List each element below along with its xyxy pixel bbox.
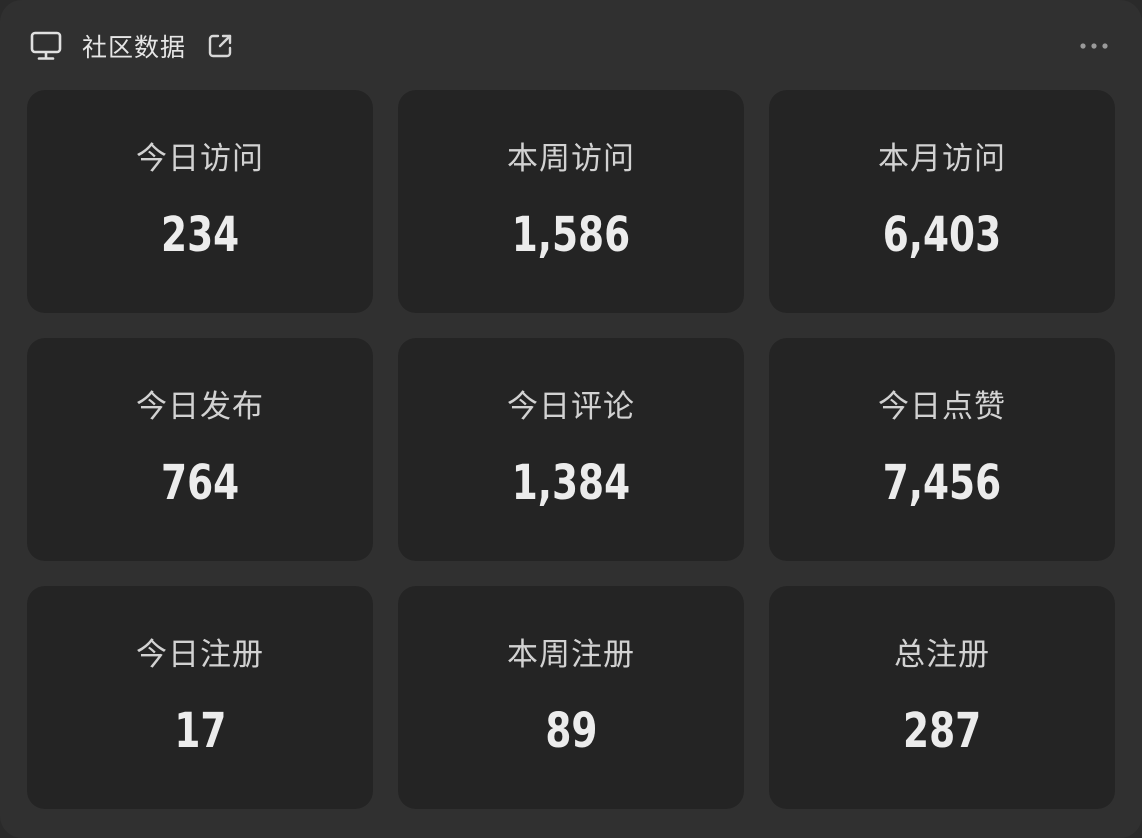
external-link-icon[interactable] [204, 30, 236, 62]
stat-label: 本月访问 [878, 141, 1006, 177]
stat-card-week-visits[interactable]: 本周访问 1,586 [398, 90, 744, 313]
stat-value: 89 [544, 703, 598, 759]
community-data-panel: 社区数据 今日访问 234 本周访问 1,586 本月访问 6,403 今日发布… [0, 0, 1142, 838]
stat-value: 287 [902, 703, 982, 759]
stat-value: 17 [173, 703, 227, 759]
stat-label: 本周访问 [507, 141, 635, 177]
stat-label: 今日注册 [136, 637, 264, 673]
stat-label: 今日点赞 [878, 389, 1006, 425]
stat-card-today-comments[interactable]: 今日评论 1,384 [398, 338, 744, 561]
stat-value: 7,456 [882, 455, 1002, 511]
panel-header: 社区数据 [28, 28, 236, 64]
stat-card-today-likes[interactable]: 今日点赞 7,456 [769, 338, 1115, 561]
stat-label: 本周注册 [507, 637, 635, 673]
stat-label: 今日访问 [136, 141, 264, 177]
stat-card-total-registrations[interactable]: 总注册 287 [769, 586, 1115, 809]
stat-card-week-registrations[interactable]: 本周注册 89 [398, 586, 744, 809]
stat-label: 今日评论 [507, 389, 635, 425]
stat-label: 今日发布 [136, 389, 264, 425]
panel-title: 社区数据 [82, 33, 187, 62]
stat-card-today-registrations[interactable]: 今日注册 17 [27, 586, 373, 809]
more-icon[interactable] [1078, 34, 1110, 58]
stat-label: 总注册 [894, 637, 990, 673]
stat-value: 764 [160, 455, 240, 511]
stats-grid: 今日访问 234 本周访问 1,586 本月访问 6,403 今日发布 764 … [27, 90, 1115, 809]
stat-card-month-visits[interactable]: 本月访问 6,403 [769, 90, 1115, 313]
stat-value: 234 [160, 207, 240, 263]
stat-card-today-posts[interactable]: 今日发布 764 [27, 338, 373, 561]
stat-value: 6,403 [882, 207, 1002, 263]
stat-value: 1,384 [511, 455, 631, 511]
stat-card-today-visits[interactable]: 今日访问 234 [27, 90, 373, 313]
monitor-icon [28, 28, 64, 64]
stat-value: 1,586 [511, 207, 631, 263]
